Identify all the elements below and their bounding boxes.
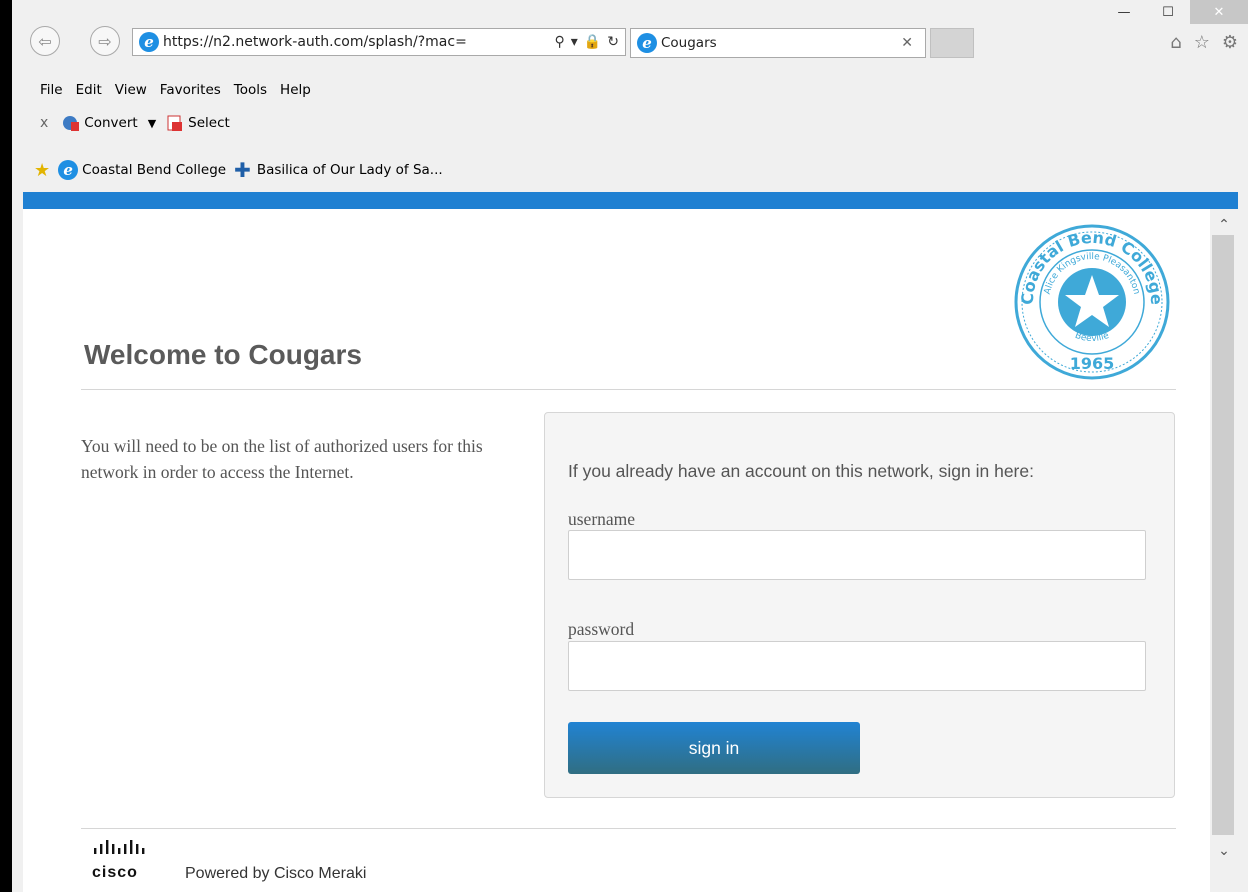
intro-text: You will need to be on the list of autho… [81, 436, 483, 482]
favorites-star-icon[interactable]: ☆ [1194, 32, 1210, 53]
powered-by-text: Powered by Cisco Meraki [185, 865, 367, 882]
menu-view[interactable]: View [115, 82, 155, 98]
ie-tab-icon: e [637, 33, 657, 53]
title-divider [81, 389, 1176, 390]
close-toolbar-icon[interactable]: x [40, 115, 48, 131]
menu-edit[interactable]: Edit [76, 82, 110, 98]
back-arrow-icon: ⇦ [38, 31, 52, 51]
lock-icon[interactable]: 🔒 [584, 34, 601, 50]
gear-icon[interactable]: ⚙ [1222, 32, 1238, 53]
splash-page: Welcome to Cougars Coastal Bend College … [23, 209, 1210, 892]
caption-buttons: — ☐ ✕ [1102, 0, 1248, 24]
favorite-label: Coastal Bend College [82, 162, 227, 178]
scroll-down-icon[interactable]: ⌄ [1210, 839, 1238, 863]
back-button[interactable]: ⇦ [30, 26, 60, 56]
address-bar[interactable]: e https://n2.network-auth.com/splash/?ma… [132, 28, 626, 56]
svg-text:cisco: cisco [92, 864, 138, 881]
college-seal-logo: Coastal Bend College Alice Kingsville Pl… [1014, 224, 1170, 380]
footer-divider [81, 828, 1176, 829]
favorite-basilica[interactable]: ✚ Basilica of Our Lady of Sa... [234, 158, 443, 182]
command-bar: x Convert ▼ Select [40, 114, 230, 132]
tab-title: Cougars [661, 35, 717, 51]
forward-arrow-icon: ⇨ [98, 31, 112, 51]
sign-in-button[interactable]: sign in [568, 722, 860, 774]
select-button[interactable]: Select [188, 115, 230, 131]
login-panel: If you already have an account on this n… [544, 412, 1175, 798]
url-text[interactable]: https://n2.network-auth.com/splash/?mac= [163, 34, 555, 50]
dropdown-icon[interactable]: ▾ [571, 34, 578, 50]
page-title: Welcome to Cougars [84, 339, 362, 370]
menu-tools[interactable]: Tools [234, 82, 275, 98]
home-icon[interactable]: ⌂ [1170, 32, 1181, 53]
ie-icon: e [139, 32, 159, 52]
menu-favorites[interactable]: Favorites [160, 82, 229, 98]
maximize-button[interactable]: ☐ [1146, 0, 1190, 24]
convert-dropdown-icon[interactable]: ▼ [148, 117, 156, 130]
new-tab-button[interactable] [930, 28, 974, 58]
add-favorite-icon[interactable]: ★ [34, 160, 50, 181]
menu-file[interactable]: File [40, 82, 71, 98]
scroll-thumb[interactable] [1212, 235, 1234, 835]
refresh-icon[interactable]: ↻ [607, 34, 619, 50]
browser-tools: ⌂ ☆ ⚙ [1170, 32, 1238, 53]
favorite-coastal-bend[interactable]: e Coastal Bend College [58, 160, 226, 180]
cross-icon: ✚ [234, 158, 251, 182]
scroll-up-icon[interactable]: ⌃ [1210, 213, 1238, 237]
login-prompt: If you already have an account on this n… [568, 461, 1034, 481]
convert-button[interactable]: Convert [84, 115, 137, 131]
password-field[interactable] [568, 641, 1146, 691]
vertical-scrollbar[interactable]: ⌃ ⌄ [1210, 209, 1238, 892]
favorite-label: Basilica of Our Lady of Sa... [256, 162, 443, 178]
select-icon [167, 115, 183, 131]
address-row: ⇦ ⇨ e https://n2.network-auth.com/splash… [12, 22, 1248, 68]
username-field[interactable] [568, 530, 1146, 580]
close-tab-icon[interactable]: ✕ [901, 35, 913, 51]
menu-help[interactable]: Help [280, 82, 319, 98]
menu-bar: File Edit View Favorites Tools Help [40, 82, 324, 98]
forward-button[interactable]: ⇨ [90, 26, 120, 56]
ie-favorite-icon: e [58, 160, 79, 180]
cisco-logo: cisco [92, 840, 145, 881]
minimize-button[interactable]: — [1102, 0, 1146, 24]
header-strip [23, 192, 1238, 209]
close-window-button[interactable]: ✕ [1190, 0, 1248, 24]
search-icon[interactable]: ⚲ [555, 34, 565, 50]
username-label: username [568, 509, 636, 529]
convert-icon [63, 116, 80, 131]
favorites-bar: ★ e Coastal Bend College ✚ Basilica of O… [34, 158, 451, 182]
tab-cougars[interactable]: e Cougars ✕ [630, 28, 926, 58]
svg-text:1965: 1965 [1070, 354, 1115, 373]
password-label: password [568, 619, 635, 639]
browser-window: — ☐ ✕ ⇦ ⇨ e https://n2.network-auth.com/… [12, 0, 1248, 892]
address-tools: ⚲ ▾ 🔒 ↻ [555, 34, 625, 50]
